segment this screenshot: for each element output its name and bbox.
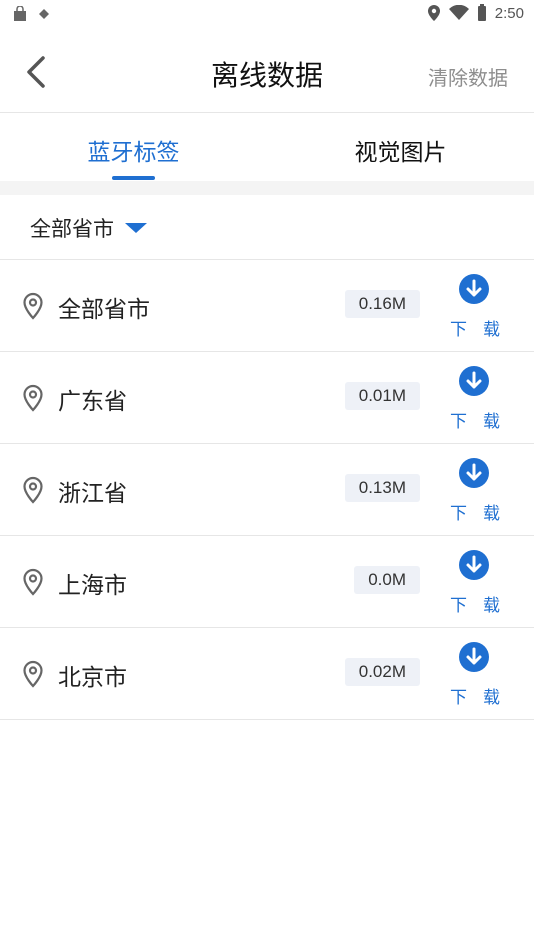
size-badge: 0.0M xyxy=(354,566,420,594)
status-left xyxy=(12,6,50,22)
filter-bar: 全部省市 xyxy=(0,195,534,260)
tab-label: 视觉图片 xyxy=(354,140,447,166)
size-badge: 0.01M xyxy=(344,382,420,410)
download-label: 下载 xyxy=(450,412,516,432)
list-item: 全部省市 0.16M 下载 xyxy=(0,260,534,352)
location-pin-icon xyxy=(23,660,43,688)
tab-label: 蓝牙标签 xyxy=(87,140,180,166)
location-pin-icon xyxy=(23,476,43,504)
item-name: 全部省市 xyxy=(58,297,150,323)
download-button[interactable]: 下载 xyxy=(446,641,516,708)
back-arrow-icon xyxy=(27,56,45,88)
app-bar: 离线数据 清除数据 xyxy=(0,30,534,113)
list-item: 北京市 0.02M 下载 xyxy=(0,628,534,720)
list-item: 上海市 0.0M 下载 xyxy=(0,536,534,628)
shopping-bag-icon xyxy=(14,6,26,21)
filter-label: 全部省市 xyxy=(30,217,114,241)
wifi-icon xyxy=(448,5,469,20)
list-item: 广东省 0.01M 下载 xyxy=(0,352,534,444)
location-pin-icon xyxy=(23,384,43,412)
download-button[interactable]: 下载 xyxy=(446,457,516,524)
download-label: 下载 xyxy=(450,596,516,616)
clear-data-button[interactable]: 清除数据 xyxy=(428,62,508,91)
location-pin-icon xyxy=(23,292,43,320)
size-badge: 0.16M xyxy=(344,290,420,318)
item-name: 广东省 xyxy=(58,389,127,415)
download-label: 下载 xyxy=(450,320,516,340)
status-time: 2:50 xyxy=(494,4,524,22)
download-button[interactable]: 下载 xyxy=(446,549,516,616)
tab-visual-images[interactable]: 视觉图片 xyxy=(267,113,534,181)
back-button[interactable] xyxy=(16,52,56,92)
download-icon xyxy=(459,550,489,580)
status-bar: 2:50 xyxy=(0,0,534,30)
tab-bluetooth-tags[interactable]: 蓝牙标签 xyxy=(0,113,267,181)
download-icon xyxy=(459,642,489,672)
dropdown-triangle-icon xyxy=(125,223,147,233)
download-icon xyxy=(459,458,489,488)
battery-icon xyxy=(477,4,486,21)
download-icon xyxy=(459,366,489,396)
item-name: 上海市 xyxy=(58,573,127,599)
item-name: 北京市 xyxy=(58,665,127,691)
location-status-icon xyxy=(427,5,440,21)
size-badge: 0.02M xyxy=(344,658,420,686)
download-button[interactable]: 下载 xyxy=(446,365,516,432)
item-name: 浙江省 xyxy=(58,481,127,507)
list-item: 浙江省 0.13M 下载 xyxy=(0,444,534,536)
size-badge: 0.13M xyxy=(344,474,420,502)
download-label: 下载 xyxy=(450,688,516,708)
offline-data-list: 全部省市 0.16M 下载 广东省 0.01M 下载 浙江省 0.13M 下载 … xyxy=(0,260,534,720)
province-filter-dropdown[interactable]: 全部省市 xyxy=(30,213,148,243)
location-pin-icon xyxy=(23,568,43,596)
download-button[interactable]: 下载 xyxy=(446,273,516,340)
download-icon xyxy=(459,274,489,304)
status-right: 2:50 xyxy=(427,4,524,22)
tab-bar: 蓝牙标签 视觉图片 xyxy=(0,113,534,181)
diamond-icon xyxy=(39,9,49,19)
section-divider xyxy=(0,181,534,195)
download-label: 下载 xyxy=(450,504,516,524)
tab-active-indicator xyxy=(112,176,155,180)
